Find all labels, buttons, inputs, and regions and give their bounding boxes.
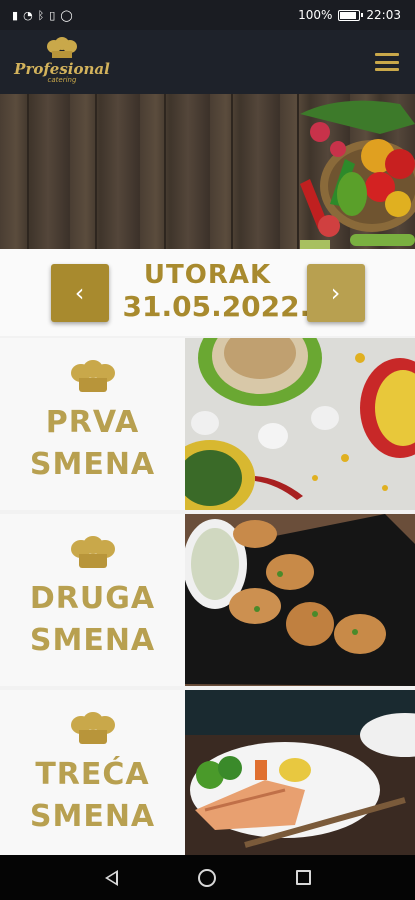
home-icon[interactable] <box>197 868 216 887</box>
whatsapp-icon: ◯ <box>60 8 73 22</box>
wifi-icon: ◔ <box>23 8 33 22</box>
logo-subtitle: catering <box>47 76 77 84</box>
next-day-button[interactable]: › <box>306 263 365 322</box>
back-icon[interactable] <box>104 869 118 886</box>
status-bar: ▮ ◔ ᛒ ▯ ◯ 100% 22:03 <box>0 0 415 30</box>
logo[interactable]: Profesional catering <box>14 37 110 84</box>
shift-title-line2: SMENA <box>29 447 156 482</box>
shift-photo[interactable] <box>185 338 415 510</box>
chevron-left-icon: ‹ <box>74 278 85 307</box>
shift-label[interactable]: PRVA SMENA <box>0 338 185 510</box>
chef-hat-icon <box>70 712 115 748</box>
sim-card-icon: ▮ <box>12 8 19 22</box>
shift-photo[interactable] <box>185 514 415 686</box>
selected-date: UTORAK 31.05.2022. <box>122 260 311 324</box>
hero-image <box>0 94 415 249</box>
battery-icon <box>338 9 364 21</box>
chevron-right-icon: › <box>330 278 341 307</box>
status-icons: ▮ ◔ ᛒ ▯ ◯ <box>12 9 73 22</box>
date-navigation: ‹ UTORAK 31.05.2022. › <box>0 249 415 336</box>
shift-title-line1: DRUGA <box>29 581 156 616</box>
chef-hat-icon <box>70 360 115 396</box>
chef-hat-icon <box>70 536 115 572</box>
vibrate-icon: ▯ <box>49 8 56 22</box>
shift-title-line2: SMENA <box>29 799 156 834</box>
shift-card-first[interactable]: PRVA SMENA <box>0 338 415 510</box>
shift-photo[interactable] <box>185 690 415 862</box>
previous-day-button[interactable]: ‹ <box>50 263 109 322</box>
shift-title-line1: TREĆA <box>35 757 150 792</box>
shift-card-second[interactable]: DRUGA SMENA <box>0 514 415 686</box>
bluetooth-icon: ᛒ <box>37 8 45 22</box>
date-value: 31.05.2022. <box>122 290 311 324</box>
chef-hat-icon <box>47 37 77 58</box>
day-name: UTORAK <box>143 260 272 291</box>
shift-label[interactable]: TREĆA SMENA <box>0 690 185 862</box>
app-bar: Profesional catering <box>0 30 415 94</box>
shift-label[interactable]: DRUGA SMENA <box>0 514 185 686</box>
hamburger-menu-icon[interactable] <box>375 53 399 71</box>
shift-title-line2: SMENA <box>29 623 156 658</box>
system-navigation-bar <box>0 855 415 900</box>
recent-apps-icon[interactable] <box>295 870 311 885</box>
clock: 22:03 <box>366 8 401 22</box>
shift-card-third[interactable]: TREĆA SMENA <box>0 690 415 862</box>
battery-percent: 100% <box>298 8 333 22</box>
shift-title-line1: PRVA <box>45 405 140 440</box>
